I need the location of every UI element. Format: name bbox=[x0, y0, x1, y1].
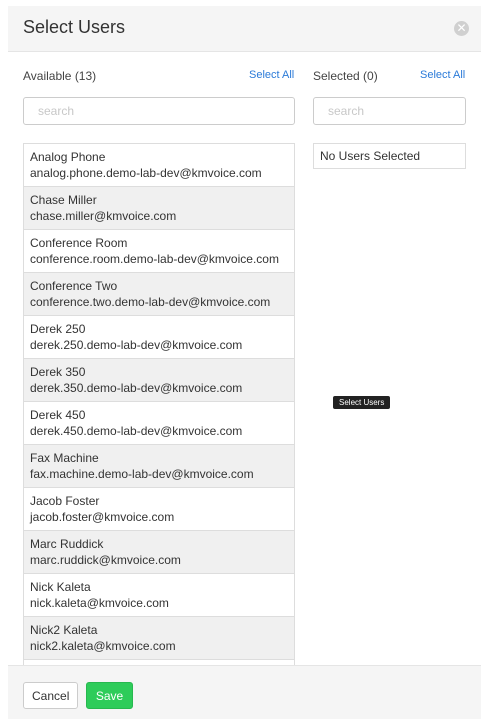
user-email: conference.two.demo-lab-dev@kmvoice.com bbox=[30, 295, 271, 309]
user-email: derek.350.demo-lab-dev@kmvoice.com bbox=[30, 381, 243, 395]
user-email: fax.machine.demo-lab-dev@kmvoice.com bbox=[30, 467, 254, 481]
modal-footer: Cancel Save bbox=[8, 665, 481, 719]
user-list-item[interactable]: Fax Machine fax.machine.demo-lab-dev@kmvo… bbox=[24, 445, 294, 488]
user-list-item[interactable]: Jacob Foster jacob.foster@kmvoice.com bbox=[24, 488, 294, 531]
modal-title: Select Users bbox=[23, 17, 126, 37]
user-list-item[interactable]: Analog Phone analog.phone.demo-lab-dev@km… bbox=[24, 144, 294, 187]
cancel-button[interactable]: Cancel bbox=[23, 682, 78, 709]
user-name: Nick Kaleta bbox=[30, 580, 91, 594]
user-list-item[interactable]: Conference Two conference.two.demo-lab-de… bbox=[24, 273, 294, 316]
user-name: Chase Miller bbox=[30, 193, 97, 207]
no-users-selected-text: No Users Selected bbox=[320, 149, 421, 163]
user-list-item[interactable]: Derek 450 derek.450.demo-lab-dev@kmvoice.… bbox=[24, 402, 294, 445]
selected-user-list: No Users Selected bbox=[313, 143, 466, 169]
available-header: Available (13) bbox=[23, 69, 97, 83]
user-email: conference.room.demo-lab-dev@kmvoice.com bbox=[30, 252, 279, 266]
user-list-item[interactable]: Marc Ruddick marc.ruddick@kmvoice.com bbox=[24, 531, 294, 574]
user-name: Nick2 Kaleta bbox=[30, 623, 98, 637]
user-email: derek.250.demo-lab-dev@kmvoice.com bbox=[30, 338, 243, 352]
user-name: Fax Machine bbox=[30, 451, 99, 465]
selected-select-all-link[interactable]: Select All bbox=[420, 69, 465, 81]
user-name: Derek 350 bbox=[30, 365, 86, 379]
selected-search-input[interactable] bbox=[313, 97, 466, 125]
user-name: Analog Phone bbox=[30, 150, 106, 164]
user-name: Conference Two bbox=[30, 279, 118, 293]
tooltip: Select Users bbox=[333, 396, 391, 409]
user-list-item[interactable]: Derek 350 derek.350.demo-lab-dev@kmvoice.… bbox=[24, 359, 294, 402]
available-search-input[interactable] bbox=[23, 97, 295, 125]
modal-header: Select Users ✕ bbox=[8, 6, 481, 52]
user-name: Derek 450 bbox=[30, 408, 86, 422]
user-list-item[interactable]: Nick2 Kaleta nick2.kaleta@kmvoice.com bbox=[24, 617, 294, 660]
user-email: nick.kaleta@kmvoice.com bbox=[30, 596, 169, 610]
available-user-list[interactable]: Analog Phone analog.phone.demo-lab-dev@km… bbox=[23, 143, 295, 665]
save-button[interactable]: Save bbox=[86, 682, 133, 709]
user-email: nick2.kaleta@kmvoice.com bbox=[30, 639, 176, 653]
user-email: analog.phone.demo-lab-dev@kmvoice.com bbox=[30, 166, 262, 180]
selected-header: Selected (0) bbox=[313, 69, 378, 83]
available-select-all-link[interactable]: Select All bbox=[249, 69, 294, 81]
user-email: marc.ruddick@kmvoice.com bbox=[30, 553, 181, 567]
user-list-item[interactable]: Chase Miller chase.miller@kmvoice.com bbox=[24, 187, 294, 230]
select-users-modal: Select Users ✕ Available (13) Select All… bbox=[0, 0, 481, 719]
user-list-item[interactable]: Conference Room conference.room.demo-lab-… bbox=[24, 230, 294, 273]
user-email: chase.miller@kmvoice.com bbox=[30, 209, 177, 223]
user-name: Jacob Foster bbox=[30, 494, 100, 508]
user-email: jacob.foster@kmvoice.com bbox=[30, 510, 175, 524]
user-list-item[interactable]: Derek 250 derek.250.demo-lab-dev@kmvoice.… bbox=[24, 316, 294, 359]
user-email: derek.450.demo-lab-dev@kmvoice.com bbox=[30, 424, 243, 438]
user-list-item[interactable]: Nick Kaleta nick.kaleta@kmvoice.com bbox=[24, 574, 294, 617]
user-name: Conference Room bbox=[30, 236, 128, 250]
user-name: Marc Ruddick bbox=[30, 537, 104, 551]
close-icon[interactable]: ✕ bbox=[454, 21, 469, 36]
user-name: Derek 250 bbox=[30, 322, 86, 336]
